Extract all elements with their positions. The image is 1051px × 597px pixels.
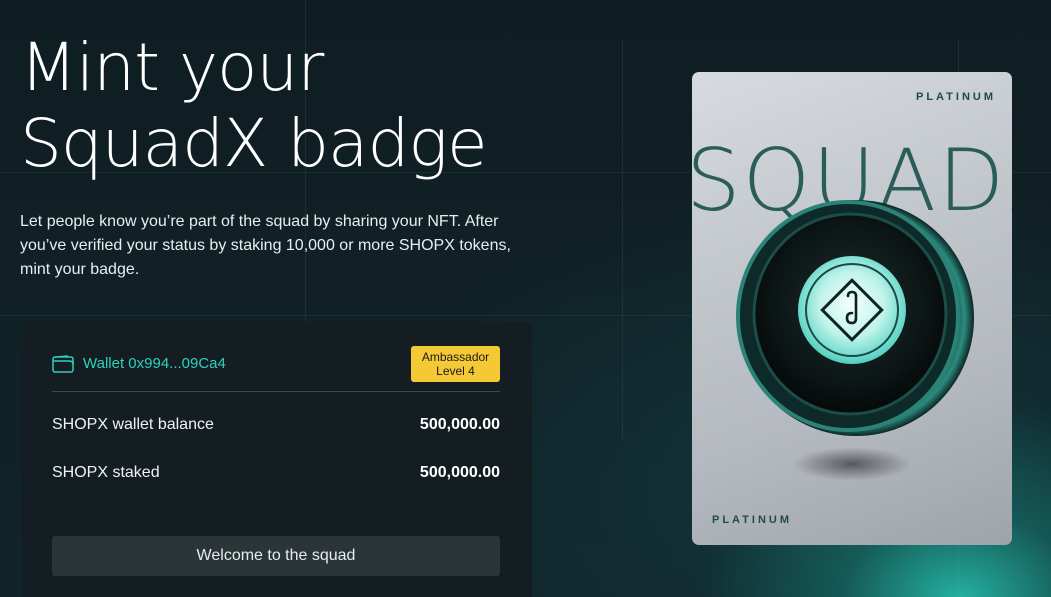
- wallet-panel: Wallet 0x994...09Ca4 Ambassador Level 4 …: [22, 322, 532, 597]
- stat-label: SHOPX staked: [52, 464, 160, 481]
- stat-value: 500,000.00: [419, 464, 500, 481]
- card-tier-bottom: PLATINUM: [712, 514, 793, 526]
- wallet-address[interactable]: Wallet 0x994...09Ca4: [83, 355, 226, 372]
- stat-value: 500,000.00: [419, 416, 500, 433]
- wallet-row: Wallet 0x994...09Ca4 Ambassador Level 4: [52, 336, 500, 392]
- coin-graphic: [736, 200, 974, 436]
- stat-row-wallet-balance: SHOPX wallet balance 500,000.00: [52, 416, 500, 434]
- page-title-line-2: SquadX badge: [20, 105, 488, 182]
- stat-label: SHOPX wallet balance: [52, 416, 214, 433]
- wallet-icon: [52, 354, 74, 373]
- mint-badge-page: Mint your SquadX badge Let people know y…: [0, 0, 1051, 597]
- status-badge: Ambassador Level 4: [411, 345, 500, 382]
- page-title-line-1: Mint your: [20, 29, 324, 106]
- coin-shadow: [792, 447, 912, 481]
- card-tier-top: PLATINUM: [915, 91, 996, 103]
- stat-row-staked: SHOPX staked 500,000.00: [52, 464, 500, 482]
- page-title: Mint your SquadX badge: [20, 30, 640, 182]
- status-badge-line-2: Level 4: [436, 363, 475, 378]
- wallet-connection[interactable]: Wallet 0x994...09Ca4: [52, 354, 226, 373]
- status-badge-line-1: Ambassador: [421, 349, 490, 364]
- page-description: Let people know you’re part of the squad…: [20, 213, 511, 278]
- nft-badge-card: SQUADX PLATINUM: [692, 72, 1012, 545]
- welcome-button[interactable]: Welcome to the squad: [52, 536, 500, 576]
